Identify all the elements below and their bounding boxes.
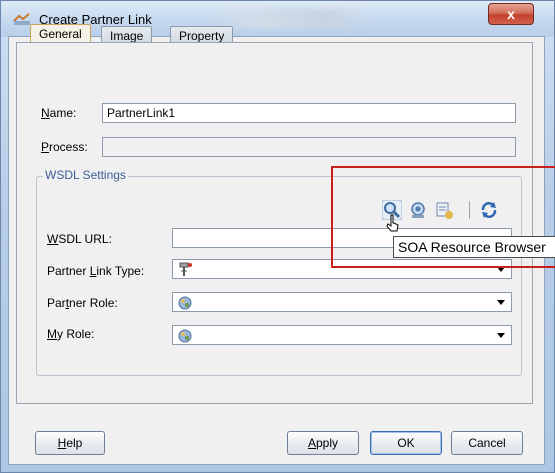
partner-link-icon [13, 13, 30, 25]
role-icon [178, 329, 192, 343]
toolbar-separator [469, 201, 470, 219]
tab-general-label: General [39, 27, 82, 41]
cancel-button[interactable]: Cancel [451, 431, 523, 455]
wsdl-url-label: WSDL URL: [47, 232, 112, 246]
mouse-cursor-icon [386, 214, 399, 232]
partner-link-type-label: Partner Link Type: [47, 264, 145, 278]
help-button[interactable]: Help [35, 431, 105, 455]
tab-property-label: Property [179, 29, 225, 43]
my-role-select[interactable] [172, 325, 512, 345]
partner-link-type-icon [179, 262, 192, 276]
close-button[interactable]: x [488, 3, 534, 25]
chevron-down-icon [497, 267, 505, 272]
partner-role-label: Partner Role: [47, 296, 118, 310]
name-label: Name: [41, 106, 77, 120]
chevron-down-icon [497, 300, 505, 305]
browse-service-icon[interactable] [434, 200, 454, 220]
name-input[interactable]: PartnerLink1 [102, 103, 516, 123]
process-label: Process: [41, 140, 88, 154]
ok-button[interactable]: OK [370, 431, 442, 455]
apply-button[interactable]: Apply [287, 431, 359, 455]
role-icon [178, 296, 192, 310]
refresh-icon[interactable] [479, 200, 499, 220]
chevron-down-icon [497, 333, 505, 338]
wsdl-settings-legend: WSDL Settings [43, 168, 128, 182]
title-bar-blur [211, 9, 371, 29]
process-field [102, 137, 516, 157]
find-service-icon[interactable] [408, 200, 428, 220]
tab-image-label: Image [110, 29, 144, 43]
partner-role-select[interactable] [172, 292, 512, 312]
tooltip: SOA Resource Browser [393, 236, 555, 258]
partner-link-type-select[interactable] [172, 259, 512, 279]
my-role-label: My Role: [47, 327, 95, 341]
